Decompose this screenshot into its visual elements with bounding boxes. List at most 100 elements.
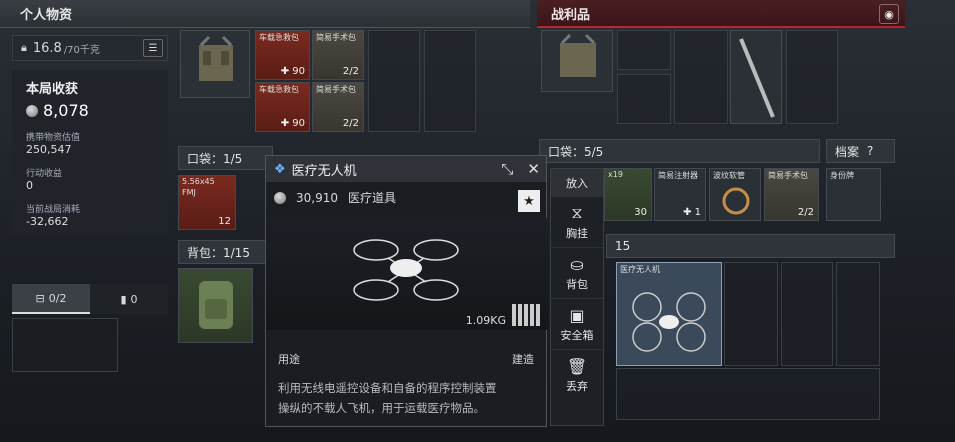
chest-rig-icon: ⧖: [571, 203, 583, 222]
item-count: ✚ 90: [280, 118, 305, 129]
safe-box-icon: ▣: [569, 305, 585, 325]
backpack-slot[interactable]: [178, 268, 253, 343]
location-pin-icon[interactable]: ◉: [879, 4, 899, 24]
grid-size-icon: [512, 304, 540, 326]
empty-slot[interactable]: [424, 30, 476, 132]
safe-box-button[interactable]: ▣ 安全箱: [551, 299, 603, 350]
battery-icon: ▮: [120, 292, 127, 306]
item-count: ✚ 90: [280, 66, 305, 77]
trash-icon: 🗑︎: [566, 357, 588, 376]
backpack-left-label: 背包：1/15: [187, 245, 250, 260]
item-count: 2/2: [797, 207, 814, 218]
safe-box-label: 安全箱: [560, 328, 594, 342]
popup-category: 医疗道具: [348, 191, 397, 205]
item-surgical-kit-1[interactable]: 简易手术包 2/2: [312, 30, 364, 80]
tab-toolbox-label: 0/2: [48, 291, 67, 305]
chest-rig-slot[interactable]: [180, 30, 250, 98]
empty-slot[interactable]: [368, 30, 420, 132]
use-value: 建造: [512, 353, 534, 366]
tube-icon: [739, 38, 775, 118]
item-surgical-kit-2[interactable]: 简易手术包 2/2: [312, 82, 364, 132]
put-in-button[interactable]: 放入: [551, 169, 603, 197]
popup-weight: 1.09KG: [465, 314, 506, 327]
empty-slot[interactable]: [617, 74, 671, 124]
loot-pocket-item-1[interactable]: x19 30: [604, 168, 652, 221]
tab-toolbox[interactable]: ⊟ 0/2: [12, 284, 90, 314]
desc-line-1: 利用无线电遥控设备和自备的程序控制装置: [278, 381, 497, 395]
item-first-aid-kit-2[interactable]: 车载急救包 ✚ 90: [255, 82, 310, 132]
drop-label: 丢弃: [566, 380, 588, 393]
empty-slot[interactable]: [836, 262, 880, 366]
coin-icon: [26, 104, 38, 117]
chest-rig-label: 胸挂: [566, 227, 588, 240]
weight-value: 16.8: [32, 40, 62, 56]
popup-header: ❖ 医疗无人机 ⤡ ✕: [266, 156, 546, 182]
empty-slot[interactable]: [616, 368, 880, 420]
archive-header[interactable]: 档案?: [826, 139, 895, 163]
item-count: 12: [218, 216, 231, 227]
empty-slot[interactable]: [617, 30, 671, 70]
empty-slot[interactable]: [724, 262, 778, 366]
loot-medical-drone[interactable]: 医疗无人机: [616, 262, 722, 366]
item-tag: 简易手术包: [316, 85, 356, 94]
backpack-label: 背包: [566, 277, 588, 291]
loot-header: 战利品 ◉: [537, 0, 905, 28]
pocket-left-label: 口袋：1/5: [187, 151, 243, 166]
personal-supplies-header: 个人物资: [0, 0, 530, 28]
loot-syringe[interactable]: 简易注射器 ✚ 1: [654, 168, 706, 221]
list-view-button[interactable]: ☰: [143, 39, 163, 57]
collapse-icon[interactable]: ⤡: [501, 160, 513, 178]
loot-tube-item[interactable]: [730, 30, 782, 124]
item-ammo[interactable]: 5.56x45 FMJ 12: [178, 175, 236, 230]
inventory-screen: 个人物资 战利品 ◉ 🔒︎ 16.8 /70千克 ☰ 本局收获 8,078 携带…: [0, 0, 955, 442]
item-detail-popup: ❖ 医疗无人机 ⤡ ✕ 30,910 医疗道具 ★ 1.09KG 用途 建造 利…: [265, 155, 548, 427]
item-count: ✚ 1: [683, 207, 701, 218]
pocket-right-label: 口袋：5/5: [548, 144, 604, 159]
personal-supplies-title: 个人物资: [20, 8, 73, 23]
favorite-star-icon[interactable]: ★: [518, 190, 540, 212]
loot-hose[interactable]: 波纹软管: [709, 168, 761, 221]
hose-icon: [722, 187, 750, 215]
action-menu: 放入 ⧖ 胸挂 ⛀ 背包 ▣ 安全箱 🗑︎ 丢弃: [550, 168, 604, 426]
empty-slot[interactable]: [786, 30, 838, 124]
item-tag: 波纹软管: [713, 171, 745, 180]
item-count: 30: [634, 207, 647, 218]
chest-rig-button[interactable]: ⧖ 胸挂: [551, 197, 603, 248]
weight-lock-icon: 🔒︎: [21, 41, 27, 54]
help-icon[interactable]: ?: [867, 144, 873, 158]
loot-chest-rig[interactable]: [541, 30, 613, 92]
count-value: 90: [292, 66, 305, 77]
chest-rig-icon: [560, 33, 596, 77]
empty-slot[interactable]: [781, 262, 833, 366]
item-tag: 简易手术包: [316, 33, 356, 42]
loot-surgical-kit[interactable]: 简易手术包 2/2: [764, 168, 819, 221]
close-icon[interactable]: ✕: [527, 160, 540, 178]
spent-value: -32,662: [26, 215, 69, 228]
spent-label: 当前战局消耗: [26, 205, 81, 215]
stats-total-value: 8,078: [43, 101, 89, 120]
tab-battery-label: 0: [130, 292, 138, 306]
coin-icon: [274, 191, 286, 204]
backpack-right-label: 15: [615, 239, 631, 253]
medical-icon: ❖: [274, 161, 286, 177]
empty-slot[interactable]: [674, 30, 728, 124]
weight-indicator: 🔒︎ 16.8 /70千克 ☰: [12, 35, 168, 61]
backpack-button[interactable]: ⛀ 背包: [551, 248, 603, 299]
item-tag: 车载急救包: [259, 85, 299, 94]
item-description: 利用无线电遥控设备和自备的程序控制装置 操纵的不载人飞机，用于运载医疗物品。: [278, 378, 540, 418]
carried-value: 250,547: [26, 143, 72, 156]
drop-button[interactable]: 🗑︎ 丢弃: [551, 350, 603, 401]
item-tag: 5.56x45: [182, 177, 215, 186]
item-first-aid-kit-1[interactable]: 车载急救包 ✚ 90: [255, 30, 310, 80]
tab-battery[interactable]: ▮ 0: [90, 284, 168, 314]
container-slot[interactable]: [12, 318, 118, 372]
stats-total: 8,078: [26, 101, 154, 120]
session-stats: 本局收获 8,078 携带物资估值 250,547 行动收益 0 当前战局消耗 …: [12, 70, 168, 235]
popup-title: 医疗无人机: [291, 163, 357, 179]
item-tag: 简易注射器: [658, 171, 698, 180]
count-value: 90: [292, 118, 305, 129]
loot-dogtag[interactable]: 身份牌: [826, 168, 881, 221]
put-in-label: 放入: [566, 176, 588, 190]
item-tag: 身份牌: [830, 171, 854, 180]
drone-icon: [632, 292, 706, 352]
